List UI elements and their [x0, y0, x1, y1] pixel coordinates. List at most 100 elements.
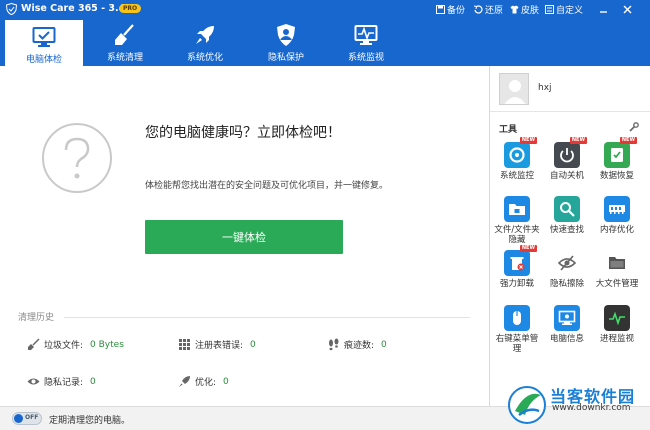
tool-large-file-manager[interactable]: 大文件管理 — [593, 250, 641, 289]
pro-badge: PRO — [119, 4, 142, 13]
power-icon — [560, 148, 574, 163]
backup-button[interactable]: 备份 — [436, 3, 465, 16]
tool-label: 进程监视 — [599, 334, 634, 344]
customize-button[interactable]: 自定义 — [545, 3, 583, 16]
minimize-icon — [599, 10, 607, 13]
header-bar: Wise Care 365 - 3.4.6 PRO 备份 还原 皮肤 自定义 电… — [0, 0, 650, 66]
tool-quick-search[interactable]: 快速查找 — [543, 196, 591, 235]
watermark-logo-icon — [508, 386, 546, 424]
tool-tile — [554, 305, 580, 331]
new-badge: NEW — [569, 137, 587, 144]
stat-label: 垃圾文件: — [44, 341, 84, 351]
tab-system-clean[interactable]: 系统清理 — [86, 18, 164, 66]
one-click-checkup-button[interactable]: 一键体检 — [145, 220, 343, 254]
backup-label: 备份 — [447, 6, 466, 16]
shield-user-icon — [277, 24, 295, 46]
tool-label: 强力卸载 — [499, 279, 534, 289]
history-title: 清理历史 — [18, 313, 55, 323]
close-button[interactable] — [620, 2, 634, 16]
minimize-button[interactable] — [596, 2, 610, 16]
grid-icon — [179, 339, 190, 350]
schedule-clean-toggle[interactable]: OFF — [12, 412, 42, 425]
rocket-icon — [196, 26, 214, 44]
tab-privacy-protect[interactable]: 隐私保护 — [247, 18, 325, 66]
tab-pc-checkup[interactable]: 电脑体检 — [5, 18, 83, 66]
stat-label: 痕迹数: — [344, 341, 375, 351]
stat-registry-errors: 注册表错误: 0 — [178, 338, 256, 351]
tool-tile — [504, 196, 530, 222]
tab-label: 电脑体检 — [25, 55, 62, 65]
stat-value: 0 — [223, 376, 229, 387]
stat-traces: 痕迹数: 0 — [327, 338, 387, 351]
stat-label: 隐私记录: — [44, 378, 84, 388]
process-icon — [609, 311, 625, 326]
title-bar[interactable]: Wise Care 365 - 3.4.6 PRO 备份 还原 皮肤 自定义 — [0, 0, 650, 18]
tool-system-monitor[interactable]: NEW 系统监控 — [493, 137, 541, 181]
tool-privacy-erase[interactable]: 隐私擦除 — [543, 250, 591, 289]
monitor-check-icon — [32, 27, 56, 47]
wrench-icon[interactable] — [629, 122, 639, 132]
tab-label: 系统优化 — [186, 53, 223, 63]
data-recovery-icon — [611, 148, 623, 162]
tool-tile — [554, 250, 580, 276]
search-icon — [560, 202, 575, 217]
tool-label: 快速查找 — [549, 225, 584, 235]
stat-value: 0 — [250, 339, 256, 350]
memory-icon — [609, 205, 625, 214]
stat-junk-files: 垃圾文件: 0 Bytes — [27, 338, 124, 351]
tools-title: 工具 — [499, 125, 518, 135]
tool-data-recovery[interactable]: NEW 数据恢复 — [593, 137, 641, 181]
tab-label: 系统监视 — [347, 53, 384, 63]
user-profile[interactable]: hxj — [490, 66, 650, 112]
mouse-icon — [513, 311, 521, 325]
stat-label: 优化: — [195, 378, 217, 388]
eraser-icon — [558, 255, 576, 271]
tool-tile: NEW — [504, 137, 537, 168]
stat-value: 0 Bytes — [90, 339, 124, 350]
stat-value: 0 — [381, 339, 387, 350]
tool-memory-optimize[interactable]: 内存优化 — [593, 196, 641, 235]
tool-label: 隐私擦除 — [549, 279, 584, 289]
tool-tile — [604, 196, 630, 222]
tool-label: 系统监控 — [499, 171, 534, 181]
tool-label: 内存优化 — [599, 225, 634, 235]
tool-force-uninstall[interactable]: NEW 强力卸载 — [493, 245, 541, 289]
tool-label: 自动关机 — [549, 171, 584, 181]
tool-tile: NEW — [604, 137, 637, 168]
tab-system-monitor[interactable]: 系统监视 — [327, 18, 405, 66]
shirt-icon — [510, 5, 519, 14]
sidebar: hxj 工具 NEW 系统监控 NEW 自动关机 NEW 数据恢复 文件/文件夹… — [489, 66, 650, 406]
schedule-clean-text[interactable]: 定期清理您的电脑。 — [49, 413, 130, 426]
tool-context-menu[interactable]: 右键菜单管理 — [493, 305, 541, 354]
stat-optimize: 优化: 0 — [178, 375, 229, 388]
tool-process-monitor[interactable]: 进程监视 — [593, 305, 641, 344]
tool-tile: NEW — [554, 137, 587, 168]
restore-label: 还原 — [485, 6, 504, 16]
tab-label: 隐私保护 — [267, 53, 304, 63]
pc-info-icon — [558, 310, 576, 325]
shield-logo-icon — [6, 3, 17, 15]
tool-auto-shutdown[interactable]: NEW 自动关机 — [543, 137, 591, 181]
avatar[interactable] — [499, 73, 529, 105]
footprint-icon — [329, 338, 339, 351]
username: hxj — [538, 83, 552, 93]
skin-button[interactable]: 皮肤 — [510, 3, 539, 16]
menu-icon — [545, 5, 554, 14]
stat-privacy-records: 隐私记录: 0 — [27, 375, 96, 388]
customize-label: 自定义 — [556, 6, 584, 16]
restore-button[interactable]: 还原 — [474, 3, 503, 16]
close-icon — [623, 5, 631, 13]
folder-lock-icon — [509, 204, 525, 215]
tab-system-optimize[interactable]: 系统优化 — [166, 18, 244, 66]
tool-label: 右键菜单管理 — [495, 334, 539, 354]
tool-tile: NEW — [504, 245, 537, 276]
tool-tile — [504, 305, 530, 331]
tool-pc-info[interactable]: 电脑信息 — [543, 305, 591, 344]
uninstall-icon — [510, 257, 525, 271]
tool-file-hide[interactable]: 文件/文件夹隐藏 — [493, 196, 541, 245]
tool-tile — [604, 250, 630, 276]
toggle-knob — [14, 414, 23, 423]
watermark-url: www.downkr.com — [552, 403, 631, 413]
broom-icon — [115, 24, 134, 45]
big-folder-icon — [609, 257, 625, 269]
